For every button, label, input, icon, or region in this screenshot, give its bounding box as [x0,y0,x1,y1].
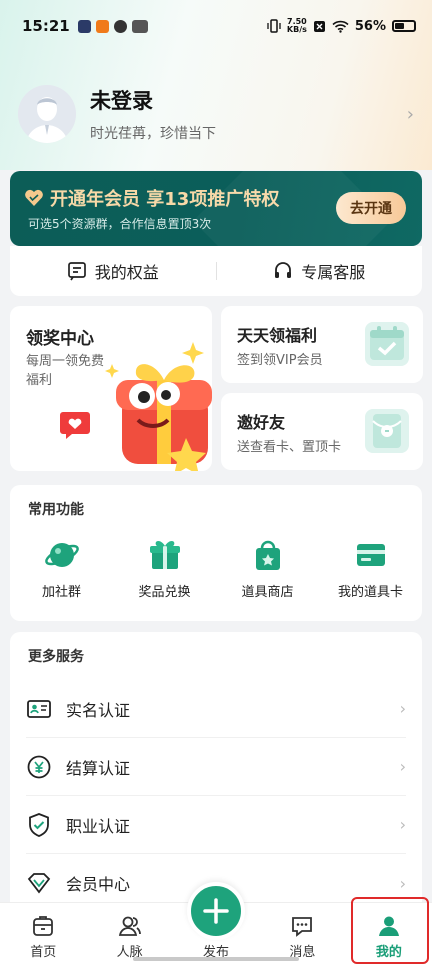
tab-home[interactable]: 首页 [0,903,86,964]
profile-motto: 时光荏苒，珍惜当下 [90,126,216,142]
customer-service-button[interactable]: 专属客服 [217,259,423,283]
app-notification-icon [113,19,127,33]
home-indicator [133,957,299,961]
status-bar: 15:21 7.50 KB/s 56% [0,0,432,52]
item-shop-button[interactable]: 道具商店 [216,537,319,600]
settlement-auth-item[interactable]: 结算认证 › [26,738,406,796]
my-benefits-label: 我的权益 [94,263,159,282]
red-envelope-icon [365,409,409,453]
planet-icon [44,543,79,567]
vip-banner[interactable]: 开通年会员 享13项推广特权 可选5个资源群，合作信息置顶3次 去开通 [10,171,422,246]
net-speed: 7.50 KB/s [287,18,307,34]
rights-row: 我的权益 专属客服 [10,246,422,296]
daily-benefit-title: 天天领福利 [237,326,318,345]
net-speed-unit: KB/s [286,25,307,34]
diamond-icon [27,873,51,894]
shop-bag-icon [255,540,280,570]
yuan-icon [27,755,51,778]
calendar-check-icon [365,322,409,366]
chevron-right-icon: › [399,815,406,834]
customer-service-label: 专属客服 [301,263,366,282]
open-vip-button[interactable]: 去开通 [336,192,406,224]
default-avatar-icon [18,85,76,143]
vip-subtitle: 可选5个资源群，合作信息置顶3次 [28,217,212,231]
join-community-label: 加社群 [41,585,81,600]
settlement-auth-label: 结算认证 [66,758,131,778]
reward-center-title: 领奖中心 [26,329,94,349]
home-icon [33,916,54,936]
app-notification-icon [95,19,109,33]
invite-title: 邀好友 [237,413,286,432]
reward-center-card[interactable]: 领奖中心 每周一领免费福利 [10,306,212,471]
tab-contacts[interactable]: 人脉 [86,903,172,964]
chevron-right-icon: › [399,699,406,718]
id-card-icon [27,699,51,718]
tab-home-label: 首页 [30,945,57,960]
career-auth-item[interactable]: 职业认证 › [26,796,406,854]
vibrate-icon [267,19,281,33]
profile-name: 未登录 [90,89,153,113]
more-services-title: 更多服务 [28,649,84,665]
reward-center-subtitle: 每周一领免费福利 [26,354,105,388]
heart-bubble-icon [60,412,90,439]
common-functions-card: 常用功能 加社群 奖品兑换 道具商店 我的道具卡 [10,485,422,621]
common-functions-title: 常用功能 [28,502,84,518]
wifi-icon [332,20,349,33]
prize-exchange-button[interactable]: 奖品兑换 [113,537,216,600]
vip-heart-icon [25,189,43,206]
headset-icon [275,262,292,278]
chevron-right-icon: › [399,873,406,893]
profile-header[interactable]: 未登录 时光荏苒，珍惜当下 › [0,78,432,150]
common-functions-grid: 加社群 奖品兑换 道具商店 我的道具卡 [10,537,422,600]
battery-icon [392,20,416,32]
vip-title: 开通年会员 享13项推广特权 [50,189,280,210]
gift-mascot-icon [105,342,212,471]
app-notification-icon [77,19,91,33]
contacts-icon [118,916,141,936]
career-auth-label: 职业认证 [66,816,131,836]
tab-me-highlight [351,897,429,964]
publish-button[interactable] [187,882,245,940]
chevron-right-icon: › [406,103,414,125]
daily-benefit-subtitle: 签到领VIP会员 [237,353,323,368]
item-shop-label: 道具商店 [241,585,294,600]
sim-off-icon [313,20,325,32]
battery-percent: 56% [354,18,386,34]
prize-exchange-label: 奖品兑换 [138,585,191,600]
gift-icon [149,541,180,569]
invite-subtitle: 送查看卡、置顶卡 [237,440,342,455]
my-item-card-button[interactable]: 我的道具卡 [319,537,422,600]
join-community-button[interactable]: 加社群 [10,537,113,600]
daily-benefit-card[interactable]: 天天领福利 签到领VIP会员 [221,306,423,383]
app-notification-icon [131,19,148,33]
my-item-card-label: 我的道具卡 [337,585,403,600]
real-name-auth-item[interactable]: 实名认证 › [26,680,406,738]
plus-icon [203,898,229,924]
member-center-label: 会员中心 [66,875,131,894]
invite-friends-card[interactable]: 邀好友 送查看卡、置顶卡 [221,393,423,470]
my-benefits-button[interactable]: 我的权益 [10,259,216,283]
tab-messages[interactable]: 消息 [259,903,345,964]
benefits-icon [67,262,86,281]
message-icon [292,917,313,937]
status-time: 15:21 [22,17,70,35]
shield-check-icon [29,812,49,837]
vip-title-row: 开通年会员 享13项推广特权 [24,185,279,211]
real-name-auth-label: 实名认证 [66,700,131,720]
chevron-right-icon: › [399,757,406,776]
avatar[interactable] [18,85,76,143]
card-icon [356,544,385,566]
